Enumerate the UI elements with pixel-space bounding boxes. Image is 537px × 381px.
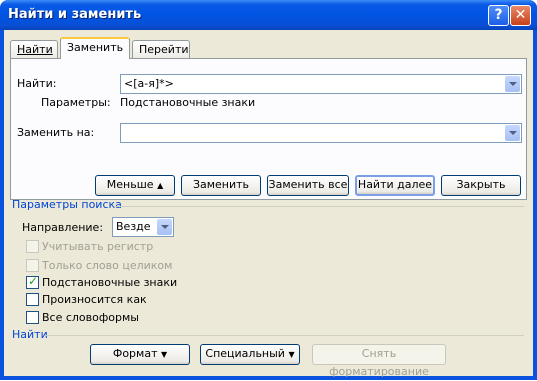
direction-label: Направление: — [22, 221, 104, 234]
clear-format-button[interactable]: Снять форматирование — [312, 344, 446, 378]
help-icon: ? — [494, 7, 503, 23]
special-button-label: Специальный — [205, 347, 285, 360]
wildcards-label: Подстановочные знаки — [42, 276, 178, 289]
word-forms-label: Все словоформы — [42, 311, 139, 324]
find-label: Найти: — [17, 77, 57, 90]
caret-down-icon: ▼ — [160, 350, 168, 359]
search-options-divider — [114, 206, 524, 207]
close-icon: ✕ — [514, 7, 527, 23]
find-next-button[interactable]: Найти далее — [355, 175, 435, 196]
replace-dropdown-arrow-icon[interactable] — [505, 125, 520, 141]
checkmark-icon: ✓ — [28, 274, 39, 288]
less-button-label: Меньше — [106, 178, 154, 191]
find-section-title: Найти — [12, 328, 48, 341]
replace-button-label: Заменить — [192, 178, 250, 191]
direction-select[interactable]: Везде — [112, 217, 174, 237]
params-value: Подстановочные знаки — [120, 96, 256, 109]
title-bar[interactable]: Найти и заменить ? ✕ — [0, 0, 537, 30]
replace-all-button-label: Заменить все — [268, 178, 348, 191]
tab-find-label: Найти — [17, 43, 53, 56]
params-label: Параметры: — [41, 96, 111, 109]
replace-all-button[interactable]: Заменить все — [267, 175, 349, 196]
direction-dropdown-arrow-icon[interactable] — [157, 219, 172, 235]
close-button[interactable]: Закрыть — [441, 175, 521, 196]
caret-down-icon: ▼ — [288, 350, 295, 359]
replace-button[interactable]: Заменить — [181, 175, 261, 196]
window-title: Найти и заменить — [8, 7, 142, 22]
word-forms-checkbox[interactable] — [26, 311, 39, 324]
tab-goto-label: Перейти — [139, 43, 189, 56]
help-button[interactable]: ? — [488, 5, 509, 26]
close-button-label: Закрыть — [456, 178, 506, 191]
dialog-body: Найти Заменить Перейти Найти: <[а-я]*> П… — [4, 30, 533, 378]
close-window-button[interactable]: ✕ — [510, 5, 531, 26]
tab-goto[interactable]: Перейти — [132, 40, 190, 58]
format-button[interactable]: Формат ▼ — [90, 344, 190, 365]
replace-label: Заменить на: — [17, 126, 95, 139]
find-input[interactable]: <[а-я]*> — [120, 74, 522, 94]
find-dropdown-arrow-icon[interactable] — [505, 76, 520, 92]
find-input-value: <[а-я]*> — [124, 77, 174, 90]
special-button[interactable]: Специальный ▼ — [200, 344, 300, 365]
tab-find[interactable]: Найти — [10, 40, 58, 58]
format-button-label: Формат — [112, 347, 158, 360]
wildcards-checkbox[interactable]: ✓ — [26, 274, 39, 289]
tab-replace[interactable]: Заменить — [60, 37, 130, 59]
direction-select-value: Везде — [116, 220, 151, 233]
replace-input[interactable] — [120, 123, 522, 143]
match-case-checkbox[interactable] — [26, 240, 39, 253]
clear-format-button-label: Снять форматирование — [329, 347, 429, 378]
tab-replace-label: Заменить — [67, 41, 124, 54]
find-replace-window: Найти и заменить ? ✕ Найти Заменить Пере… — [0, 0, 537, 380]
tab-panel: Найти: <[а-я]*> Параметры: Подстановочны… — [10, 58, 527, 200]
chevron-up-icon: ▲ — [157, 181, 164, 190]
find-section-divider — [46, 335, 524, 336]
less-button[interactable]: Меньше ▲ — [95, 175, 175, 196]
find-next-button-label: Найти далее — [357, 178, 433, 191]
search-options-title: Параметры поиска — [12, 198, 122, 211]
sounds-like-label: Произносится как — [42, 293, 147, 306]
match-case-label: Учитывать регистр — [42, 240, 154, 253]
whole-word-checkbox[interactable] — [26, 259, 39, 272]
whole-word-label: Только слово целиком — [42, 259, 173, 272]
sounds-like-checkbox[interactable] — [26, 293, 39, 306]
